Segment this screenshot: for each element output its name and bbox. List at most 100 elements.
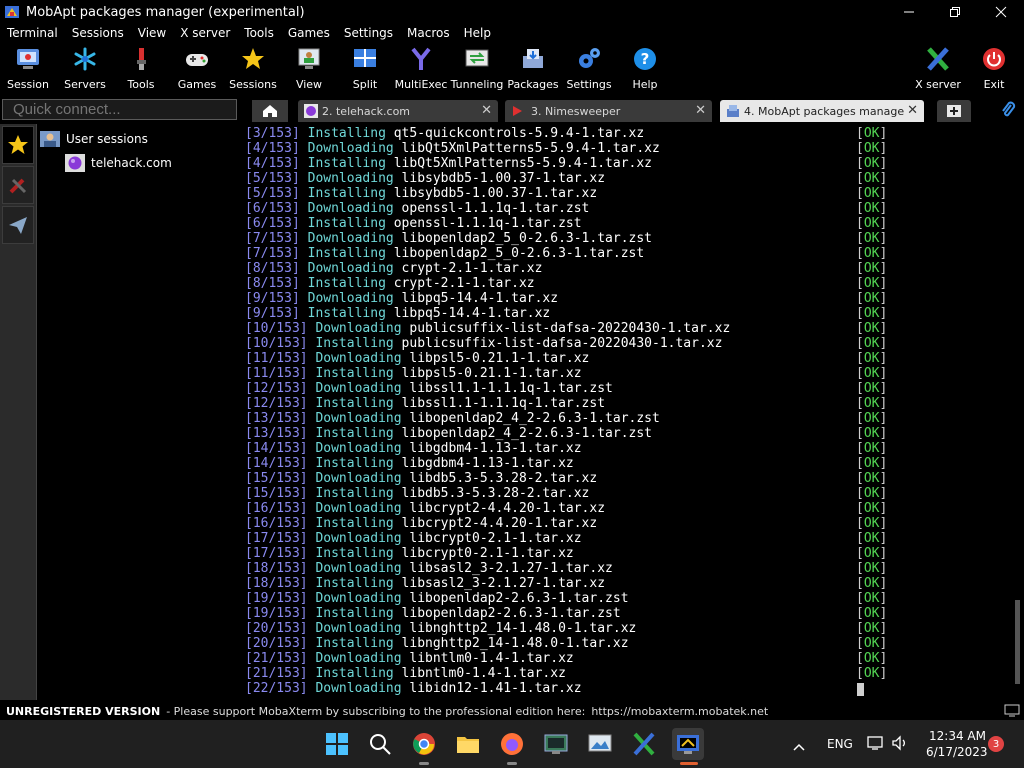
volume-button[interactable] (891, 735, 909, 755)
line-package: libnghttp2_14-1.48.0-1.tar.xz (409, 621, 637, 636)
notification-badge[interactable]: 3 (988, 736, 1004, 752)
tray-overflow-button[interactable] (792, 737, 806, 756)
line-counter: [7/153] (245, 246, 308, 261)
exit-button[interactable]: Exit (966, 46, 1022, 91)
file-explorer-taskbar-button[interactable] (452, 728, 484, 760)
menu-sessions[interactable]: Sessions (65, 26, 131, 40)
x-server-button[interactable]: X server (910, 46, 966, 91)
terminal-output[interactable]: [3/153] Installing qt5-quickcontrols-5.9… (245, 126, 1013, 700)
menu-x-server[interactable]: X server (173, 26, 237, 40)
line-package: libidn12-1.41-1.tar.xz (409, 681, 582, 696)
tab-close-icon[interactable]: ✕ (481, 103, 492, 118)
ok-status: [OK] (856, 306, 888, 321)
ok-status: [OK] (856, 606, 888, 621)
scrollbar-thumb[interactable] (1015, 600, 1020, 684)
line-counter: [11/153] (245, 366, 316, 381)
clock-date[interactable]: 6/17/2023 (926, 745, 988, 759)
menu-view[interactable]: View (131, 26, 173, 40)
line-counter: [18/153] (245, 576, 316, 591)
x-server-taskbar-button[interactable] (628, 728, 660, 760)
split-button[interactable]: Split (337, 46, 393, 91)
line-counter: [9/153] (245, 306, 308, 321)
user-sessions-node[interactable]: User sessions (40, 128, 240, 150)
line-action: Downloading (315, 621, 410, 636)
menu-tools[interactable]: Tools (237, 26, 281, 40)
ok-status: [OK] (856, 231, 888, 246)
sidetab-sessions[interactable] (2, 126, 34, 164)
unregistered-label: UNREGISTERED VERSION (6, 704, 161, 718)
minimize-button[interactable] (886, 0, 932, 24)
menu-bar: Terminal Sessions View X server Tools Ga… (0, 24, 1024, 42)
session-telehack[interactable]: telehack.com (65, 152, 240, 174)
ok-status: [OK] (856, 381, 888, 396)
terminal-line: [10/153] Downloading publicsuffix-list-d… (245, 321, 1013, 336)
ok-status: [OK] (856, 291, 888, 306)
tab-mobapt[interactable]: 4. MobApt packages manager ✕ (720, 100, 924, 122)
clock-time[interactable]: 12:34 AM (929, 729, 986, 743)
line-action: Installing (315, 426, 402, 441)
speaker-icon (892, 735, 905, 751)
line-action: Installing (315, 516, 402, 531)
ok-status: [OK] (856, 591, 888, 606)
attach-button[interactable] (1000, 101, 1016, 123)
search-button[interactable] (364, 728, 396, 760)
close-button[interactable] (978, 0, 1024, 24)
tunneling-button[interactable]: Tunneling (449, 46, 505, 91)
multiexec-button[interactable]: MultiExec (393, 46, 449, 91)
windows-logo-icon (326, 733, 348, 755)
monitor-icon[interactable] (1004, 704, 1020, 720)
servers-button[interactable]: Servers (57, 46, 113, 91)
network-icon (867, 736, 883, 750)
mobatek-link[interactable]: https://mobaxterm.mobatek.net (591, 705, 768, 718)
new-tab-button[interactable] (937, 100, 971, 122)
restore-button[interactable] (932, 0, 978, 24)
sidetab-macros[interactable] (2, 206, 34, 244)
ok-status: [OK] (856, 486, 888, 501)
line-counter: [13/153] (245, 426, 316, 441)
tools-button[interactable]: Tools (113, 46, 169, 91)
session-button[interactable]: Session (0, 46, 56, 91)
tab-telehack[interactable]: 2. telehack.com ✕ (298, 100, 498, 122)
menu-terminal[interactable]: Terminal (0, 26, 65, 40)
line-counter: [11/153] (245, 351, 316, 366)
settings-button[interactable]: Settings (561, 46, 617, 91)
image-viewer-taskbar-button[interactable] (584, 728, 616, 760)
firefox-taskbar-button[interactable] (496, 728, 528, 760)
start-button[interactable] (321, 728, 353, 760)
terminal-line: [19/153] Downloading libopenldap2-2.6.3-… (245, 591, 1013, 606)
menu-settings[interactable]: Settings (337, 26, 400, 40)
line-action: Installing (315, 396, 402, 411)
terminal-line: [8/153] Installing crypt-2.1-1.tar.xz [OK… (245, 276, 1013, 291)
games-button[interactable]: Games (169, 46, 225, 91)
line-action: Downloading (315, 591, 410, 606)
ok-status: [OK] (856, 126, 888, 141)
mobaxterm-taskbar-button[interactable] (672, 728, 704, 760)
menu-macros[interactable]: Macros (400, 26, 457, 40)
terminal-line: [18/153] Downloading libsasl2_3-2.1.27-1… (245, 561, 1013, 576)
tab-close-icon[interactable]: ✕ (695, 103, 706, 118)
menu-games[interactable]: Games (281, 26, 337, 40)
terminal-line: [6/153] Installing openssl-1.1.1q-1.tar.… (245, 216, 1013, 231)
ok-status: [OK] (856, 576, 888, 591)
packages-icon (727, 105, 739, 117)
menu-help[interactable]: Help (457, 26, 498, 40)
terminal-line: [3/153] Installing qt5-quickcontrols-5.9… (245, 126, 1013, 141)
quick-connect-input[interactable] (2, 99, 237, 120)
line-action: Installing (315, 336, 402, 351)
sidetab-tools[interactable] (2, 166, 34, 204)
input-language[interactable]: ENG (827, 737, 853, 751)
network-button[interactable] (867, 735, 885, 755)
terminal-scrollbar[interactable] (1013, 126, 1024, 700)
packages-button[interactable]: Packages (505, 46, 561, 91)
chrome-taskbar-button[interactable] (408, 728, 440, 760)
terminal-line: [5/153] Installing libsybdb5-1.00.37-1.t… (245, 186, 1013, 201)
tab-close-icon[interactable]: ✕ (907, 103, 918, 118)
ok-status: [OK] (856, 651, 888, 666)
view-button[interactable]: View (281, 46, 337, 91)
tab-nimesweeper[interactable]: 3. Nimesweeper ✕ (505, 100, 712, 122)
home-tab[interactable] (252, 100, 288, 122)
terminal-app-taskbar-button[interactable] (540, 728, 572, 760)
sessions-button[interactable]: Sessions (225, 46, 281, 91)
ok-status: [OK] (856, 636, 888, 651)
help-button[interactable]: ? Help (617, 46, 673, 91)
